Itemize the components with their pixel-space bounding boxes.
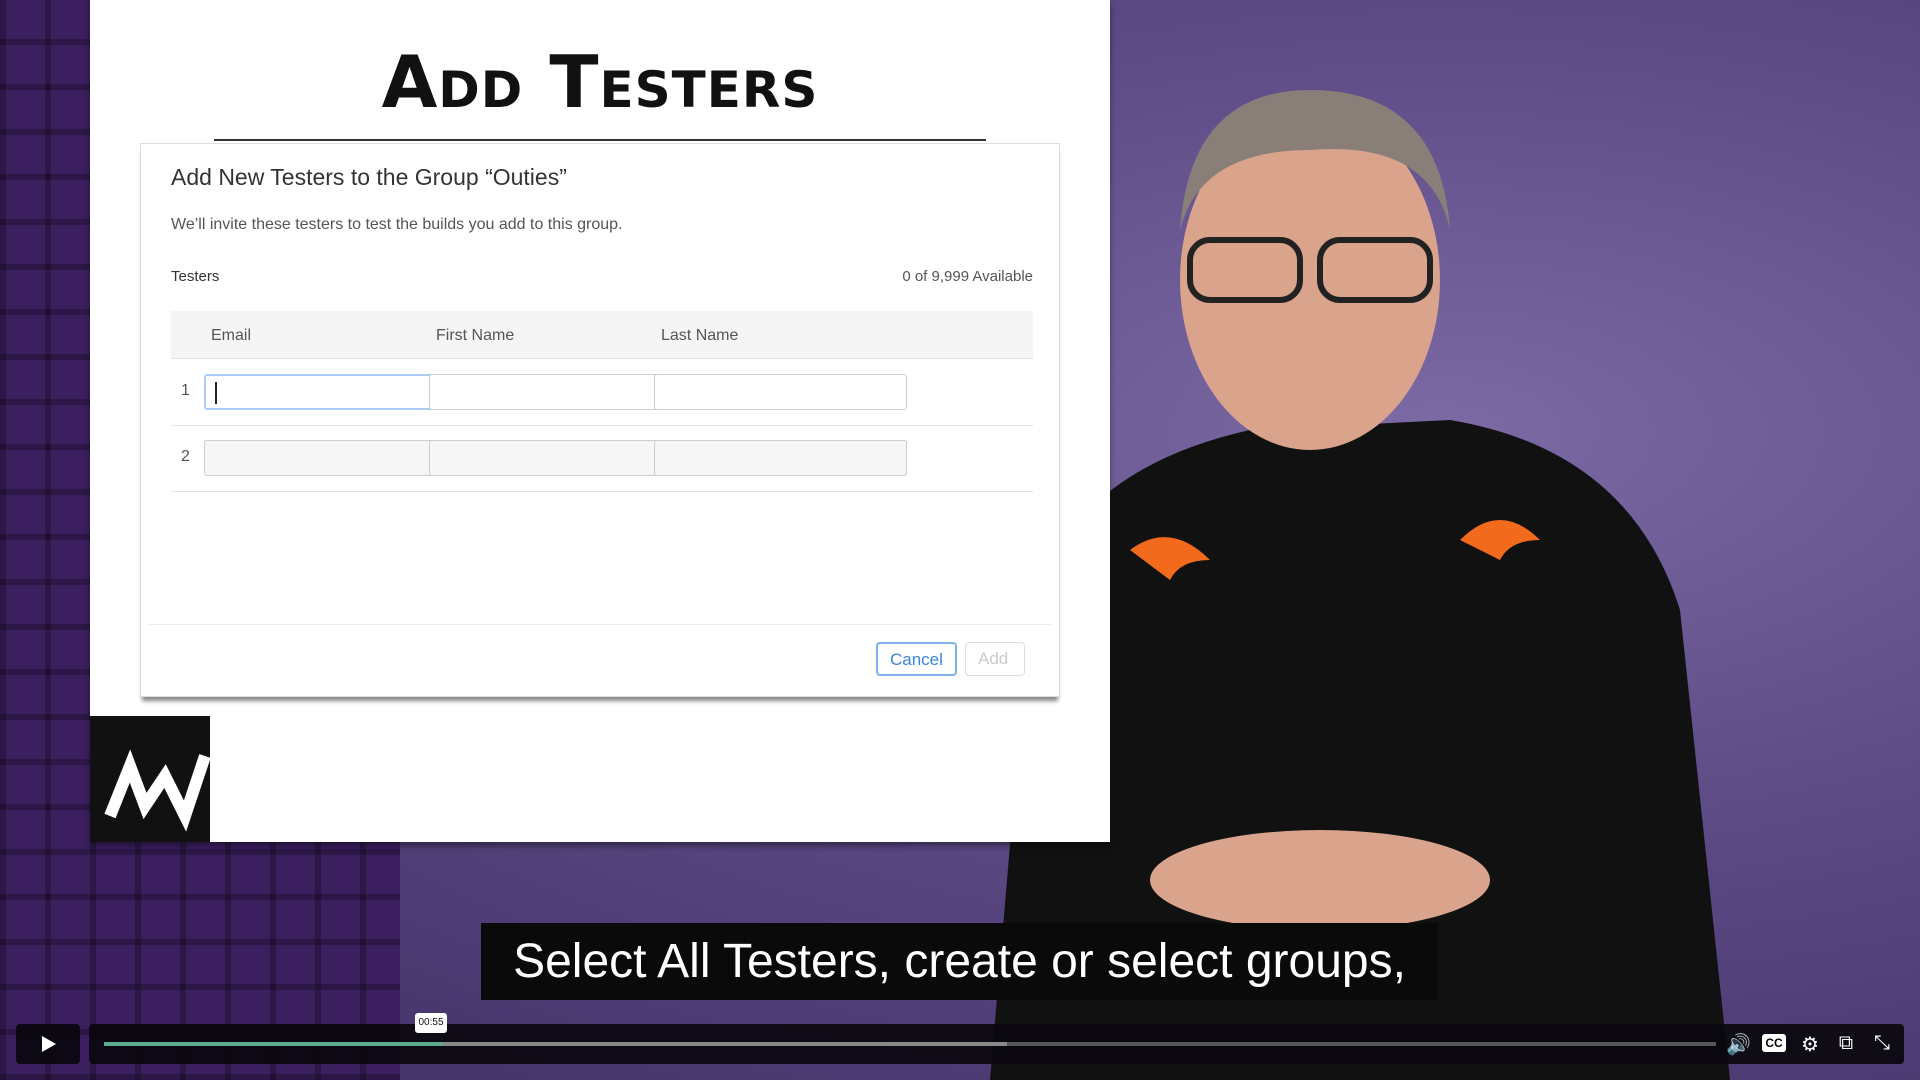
picture-in-picture-icon[interactable]: ⧉ bbox=[1834, 1032, 1858, 1057]
column-last-name: Last Name bbox=[661, 327, 739, 344]
row-number: 1 bbox=[181, 382, 190, 399]
add-testers-dialog: Add New Testers to the Group “Outies” We… bbox=[140, 143, 1060, 697]
play-button[interactable] bbox=[16, 1024, 80, 1064]
title-divider bbox=[214, 139, 986, 141]
dialog-title: Add New Testers to the Group “Outies” bbox=[171, 164, 567, 190]
last-name-input[interactable] bbox=[654, 440, 907, 476]
table-row: 1 bbox=[171, 360, 1033, 426]
time-tooltip: 00:55 bbox=[415, 1013, 447, 1033]
slide-title: Add Testers bbox=[381, 40, 819, 124]
settings-icon[interactable]: ⚙ bbox=[1798, 1032, 1822, 1057]
first-name-input[interactable] bbox=[429, 440, 682, 476]
captions-icon[interactable]: CC bbox=[1762, 1034, 1786, 1052]
subtitle-caption: Select All Testers, create or select gro… bbox=[481, 923, 1438, 1000]
text-caret bbox=[215, 382, 217, 404]
testers-label: Testers bbox=[171, 268, 220, 285]
availability-count: 0 of 9,999 Available bbox=[902, 268, 1033, 285]
table-row: 2 bbox=[171, 426, 1033, 492]
played-bar bbox=[104, 1042, 443, 1046]
volume-icon[interactable]: 🔊 bbox=[1726, 1032, 1751, 1057]
first-name-input[interactable] bbox=[429, 374, 682, 410]
dialog-subtitle: We’ll invite these testers to test the b… bbox=[171, 216, 623, 233]
email-input[interactable] bbox=[204, 374, 457, 410]
slide: Add Testers Add New Testers to the Group… bbox=[90, 0, 1110, 842]
column-email: Email bbox=[211, 327, 252, 344]
last-name-input[interactable] bbox=[654, 374, 907, 410]
play-icon bbox=[42, 1036, 56, 1052]
cancel-button[interactable]: Cancel bbox=[876, 642, 957, 676]
exit-fullscreen-icon[interactable]: ⤡ bbox=[1870, 1032, 1894, 1057]
progress-bar[interactable] bbox=[104, 1042, 1716, 1046]
email-input[interactable] bbox=[204, 440, 457, 476]
rw-logo bbox=[90, 716, 210, 842]
column-first-name: First Name bbox=[436, 327, 515, 344]
player-controls: 🔊 CC ⚙ ⧉ ⤡ bbox=[89, 1024, 1904, 1064]
table-header: Email First Name Last Name bbox=[171, 311, 1033, 359]
dialog-footer-divider bbox=[149, 624, 1051, 625]
row-number: 2 bbox=[181, 448, 190, 465]
add-button[interactable]: Add bbox=[965, 642, 1025, 676]
